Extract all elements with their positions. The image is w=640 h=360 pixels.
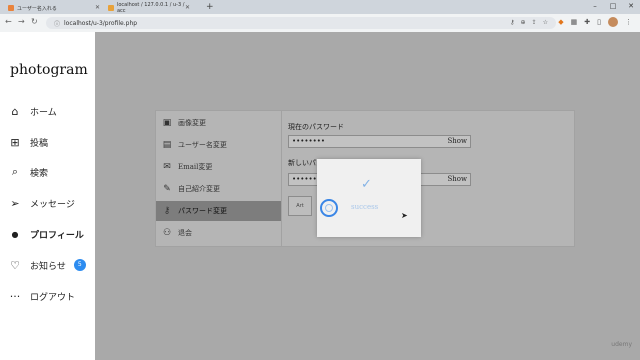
- sidebar-item-label: お知らせ: [30, 261, 66, 272]
- close-window-button[interactable]: ✕: [622, 0, 640, 13]
- more-icon: ···: [9, 289, 21, 303]
- person-icon: ●: [11, 229, 19, 239]
- address-bar[interactable]: ⓘ localhost/u-3/profile.php ⚷ ⊕ ⇪ ☆: [46, 17, 556, 29]
- window-controls: – □ ✕: [586, 0, 640, 13]
- key-icon[interactable]: ⚷: [510, 19, 514, 26]
- sidepanel-icon[interactable]: ▯: [597, 18, 601, 26]
- tab-favicon-icon: [108, 5, 114, 11]
- heart-plus-icon: ♡: [10, 258, 20, 272]
- checkmark-icon: ✓: [361, 177, 372, 192]
- profile-avatar[interactable]: [608, 17, 618, 27]
- success-modal: ✓ success ➤: [317, 159, 421, 237]
- success-message: success: [351, 203, 379, 211]
- reload-icon[interactable]: ↻: [31, 17, 38, 26]
- new-tab-button[interactable]: +: [206, 2, 214, 12]
- extension-icon[interactable]: ▦: [571, 18, 578, 26]
- udemy-watermark: udemy: [611, 341, 632, 348]
- info-icon[interactable]: ⓘ: [54, 19, 60, 28]
- tab-label: localhost / 127.0.0.1 / u-3 / acc: [116, 2, 185, 14]
- browser-tab-2[interactable]: localhost / 127.0.0.1 / u-3 / acc ✕: [104, 2, 194, 14]
- settings-item-label: 自己紹介変更: [178, 185, 220, 193]
- sidebar-item-label: 検索: [30, 168, 49, 179]
- navigation-bar: ← → ↻ ⓘ localhost/u-3/profile.php ⚷ ⊕ ⇪ …: [0, 14, 640, 32]
- settings-item-label: 画像変更: [178, 119, 206, 127]
- settings-item-label: ユーザー名変更: [178, 141, 227, 149]
- settings-menu: ▣ 画像変更 ▤ ユーザー名変更 ✉ Email変更 ✎ 自己紹介変更 ⚷ パス…: [156, 111, 282, 246]
- sidebar-item-label: プロフィール: [30, 230, 84, 241]
- minimize-button[interactable]: –: [586, 0, 604, 13]
- zoom-icon[interactable]: ⊕: [521, 19, 526, 26]
- mouse-cursor-icon: ➤: [401, 211, 408, 220]
- mail-icon: ✉: [163, 162, 171, 172]
- search-icon: ⌕: [11, 165, 19, 178]
- main-content: ▣ 画像変更 ▤ ユーザー名変更 ✉ Email変更 ✎ 自己紹介変更 ⚷ パス…: [95, 32, 640, 360]
- sidebar-item-search[interactable]: ⌕ 検索: [8, 165, 48, 179]
- sidebar-item-home[interactable]: ⌂ ホーム: [8, 104, 57, 118]
- sidebar-item-logout[interactable]: ··· ログアウト: [8, 289, 75, 303]
- settings-item-bio[interactable]: ✎ 自己紹介変更: [161, 179, 281, 199]
- kebab-menu-icon[interactable]: ⋮: [625, 18, 632, 26]
- tab-strip: ユーザー名入れる ✕ localhost / 127.0.0.1 / u-3 /…: [0, 0, 640, 14]
- settings-item-password[interactable]: ⚷ パスワード変更: [156, 201, 281, 221]
- maximize-button[interactable]: □: [604, 0, 622, 13]
- settings-item-label: Email変更: [178, 163, 213, 171]
- address-text: localhost/u-3/profile.php: [64, 19, 138, 27]
- settings-item-withdraw[interactable]: ⚇ 退会: [161, 223, 281, 243]
- image-icon: ▣: [162, 118, 172, 128]
- add-post-icon: ⊞: [10, 135, 20, 149]
- send-icon: ➢: [10, 196, 20, 210]
- current-password-field[interactable]: •••••••• Show: [288, 135, 471, 148]
- tab-favicon-icon: [8, 5, 14, 11]
- home-icon: ⌂: [11, 104, 19, 118]
- current-password-label: 現在のパスワード: [288, 123, 344, 131]
- settings-item-username[interactable]: ▤ ユーザー名変更: [161, 135, 281, 155]
- metamask-icon[interactable]: ◆: [558, 18, 563, 26]
- sidebar-item-notifications[interactable]: ♡ お知らせ 5: [8, 258, 86, 272]
- person-remove-icon: ⚇: [162, 228, 172, 238]
- address-actions: ⚷ ⊕ ⇪ ☆: [510, 19, 548, 26]
- show-password-toggle[interactable]: Show: [447, 174, 467, 185]
- settings-item-label: 退会: [178, 229, 192, 237]
- sidebar-item-post[interactable]: ⊞ 投稿: [8, 135, 48, 149]
- browser-tab-1[interactable]: ユーザー名入れる ✕: [4, 2, 104, 14]
- edit-note-icon: ✎: [163, 184, 171, 194]
- settings-item-image[interactable]: ▣ 画像変更: [161, 113, 281, 133]
- forward-icon[interactable]: →: [18, 17, 25, 26]
- sidebar-item-label: 投稿: [30, 138, 49, 149]
- show-password-toggle[interactable]: Show: [447, 136, 467, 147]
- notification-badge: 5: [73, 259, 86, 271]
- settings-item-email[interactable]: ✉ Email変更: [161, 157, 281, 177]
- id-card-icon: ▤: [162, 140, 172, 150]
- sidebar-item-messages[interactable]: ➢ メッセージ: [8, 196, 75, 210]
- key-icon: ⚷: [163, 206, 171, 216]
- share-icon[interactable]: ⇪: [532, 19, 537, 26]
- sidebar-item-label: ログアウト: [30, 292, 76, 303]
- close-icon[interactable]: ✕: [95, 4, 100, 11]
- submit-button[interactable]: Art: [288, 196, 312, 216]
- back-icon[interactable]: ←: [5, 17, 12, 26]
- extensions-area: ◆ ▦ ✚ ▯ ⋮: [558, 17, 632, 27]
- close-icon[interactable]: ✕: [185, 4, 190, 11]
- click-indicator-icon: [320, 199, 338, 217]
- puzzle-icon[interactable]: ✚: [584, 18, 590, 26]
- browser-chrome: ユーザー名入れる ✕ localhost / 127.0.0.1 / u-3 /…: [0, 0, 640, 32]
- current-password-value: ••••••••: [292, 137, 326, 145]
- sidebar: photogram ⌂ ホーム ⊞ 投稿 ⌕ 検索 ➢ メッセージ ● プロフィ…: [0, 32, 95, 360]
- sidebar-item-profile[interactable]: ● プロフィール: [8, 227, 84, 241]
- tab-label: ユーザー名入れる: [17, 5, 57, 12]
- sidebar-item-label: メッセージ: [30, 199, 75, 210]
- star-icon[interactable]: ☆: [543, 19, 548, 26]
- settings-item-label: パスワード変更: [178, 207, 227, 215]
- sidebar-item-label: ホーム: [30, 107, 57, 118]
- app-logo[interactable]: photogram: [10, 62, 88, 78]
